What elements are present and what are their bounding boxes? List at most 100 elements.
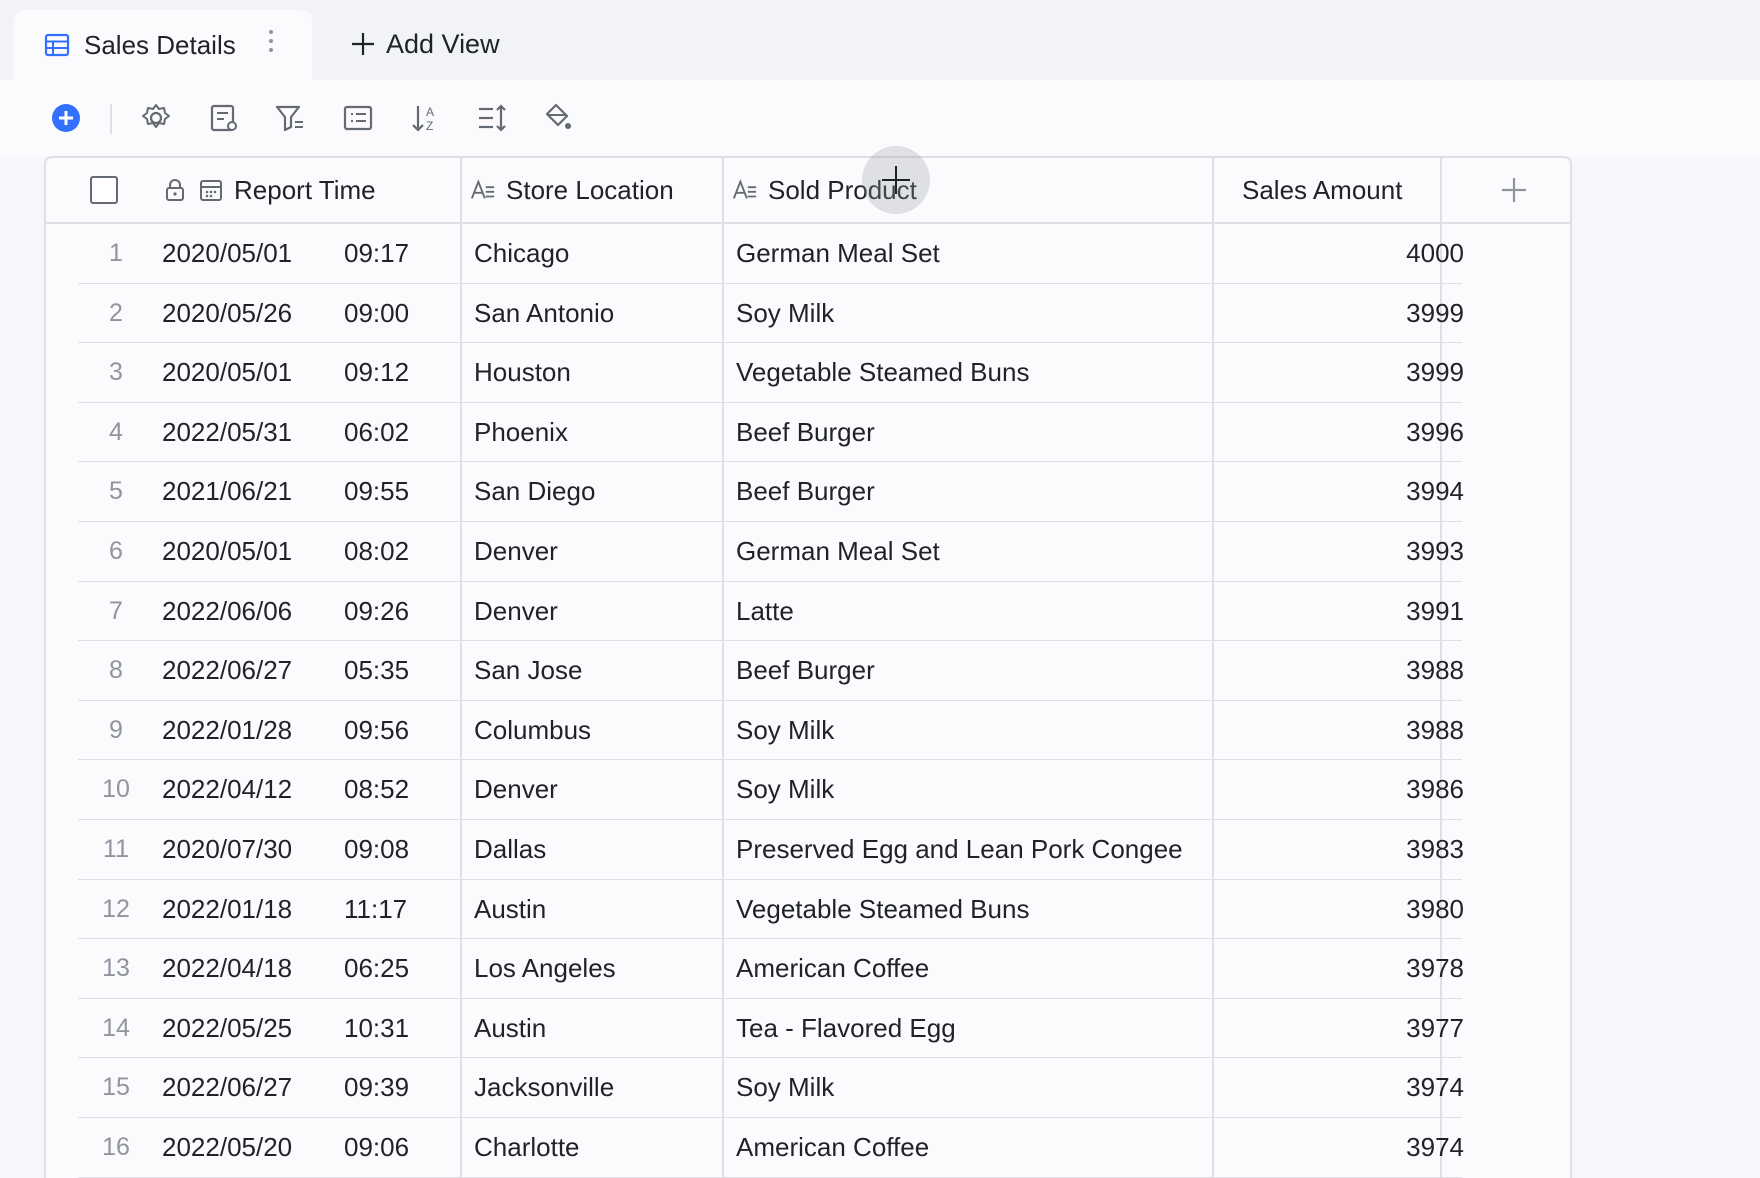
column-header-sales-amount[interactable]: Sales Amount <box>1242 158 1402 222</box>
cell-sales-amount[interactable]: 3993 <box>1226 522 1464 581</box>
column-header-report-time[interactable]: Report Time <box>162 158 376 222</box>
cell-sold-product[interactable]: Latte <box>736 582 794 641</box>
column-header-sold-product[interactable]: Sold Product <box>732 158 917 222</box>
cell-sales-amount[interactable]: 3994 <box>1226 462 1464 521</box>
cell-sales-amount[interactable]: 3978 <box>1226 939 1464 998</box>
cell-sales-amount[interactable]: 3974 <box>1226 1118 1464 1177</box>
cell-store-location[interactable]: Dallas <box>474 820 546 879</box>
cell-sold-product[interactable]: Vegetable Steamed Buns <box>736 343 1029 402</box>
sort-button[interactable]: AZ <box>408 100 444 136</box>
cell-report-date[interactable]: 2022/01/18 <box>162 880 292 939</box>
cell-store-location[interactable]: Charlotte <box>474 1118 580 1177</box>
table-row[interactable]: 7 2022/06/06 09:26 Denver Latte 3991 <box>46 582 1570 642</box>
cell-store-location[interactable]: San Antonio <box>474 284 614 343</box>
table-row[interactable]: 10 2022/04/12 08:52 Denver Soy Milk 3986 <box>46 760 1570 820</box>
cell-report-time[interactable]: 09:17 <box>344 224 409 283</box>
cell-sold-product[interactable]: Beef Burger <box>736 462 875 521</box>
cell-report-date[interactable]: 2022/04/18 <box>162 939 292 998</box>
table-row[interactable]: 15 2022/06/27 09:39 Jacksonville Soy Milk 397… <box>46 1058 1570 1118</box>
cell-report-date[interactable]: 2022/04/12 <box>162 760 292 819</box>
cell-sold-product[interactable]: German Meal Set <box>736 522 940 581</box>
cell-sold-product[interactable]: German Meal Set <box>736 224 940 283</box>
row-height-button[interactable] <box>474 100 510 136</box>
cell-report-time[interactable]: 10:31 <box>344 999 409 1058</box>
fill-color-button[interactable] <box>540 100 576 136</box>
table-row[interactable]: 12 2022/01/18 11:17 Austin Vegetable Steamed… <box>46 880 1570 940</box>
cell-store-location[interactable]: San Diego <box>474 462 595 521</box>
cell-report-time[interactable]: 09:12 <box>344 343 409 402</box>
cell-sold-product[interactable]: Beef Burger <box>736 641 875 700</box>
cell-report-date[interactable]: 2020/05/26 <box>162 284 292 343</box>
cell-store-location[interactable]: Chicago <box>474 224 569 283</box>
cell-sales-amount[interactable]: 3988 <box>1226 641 1464 700</box>
cell-store-location[interactable]: Denver <box>474 522 558 581</box>
table-row[interactable]: 5 2021/06/21 09:55 San Diego Beef Burger 3994 <box>46 462 1570 522</box>
cell-sold-product[interactable]: Vegetable Steamed Buns <box>736 880 1029 939</box>
cell-sold-product[interactable]: Beef Burger <box>736 403 875 462</box>
table-row[interactable]: 8 2022/06/27 05:35 San Jose Beef Burger 3988 <box>46 641 1570 701</box>
cell-report-date[interactable]: 2022/06/27 <box>162 1058 292 1117</box>
cell-store-location[interactable]: San Jose <box>474 641 582 700</box>
cell-report-date[interactable]: 2020/05/01 <box>162 224 292 283</box>
filter-button[interactable] <box>272 100 308 136</box>
cell-report-time[interactable]: 08:02 <box>344 522 409 581</box>
add-column-button[interactable] <box>1498 174 1530 206</box>
table-row[interactable]: 11 2020/07/30 09:08 Dallas Preserved Egg and… <box>46 820 1570 880</box>
cell-report-date[interactable]: 2020/05/01 <box>162 343 292 402</box>
cell-sales-amount[interactable]: 3977 <box>1226 999 1464 1058</box>
cell-sold-product[interactable]: Soy Milk <box>736 701 834 760</box>
cell-report-time[interactable]: 09:56 <box>344 701 409 760</box>
cell-report-time[interactable]: 09:39 <box>344 1058 409 1117</box>
cell-report-time[interactable]: 09:26 <box>344 582 409 641</box>
cell-sold-product[interactable]: Soy Milk <box>736 760 834 819</box>
settings-button[interactable] <box>138 100 174 136</box>
table-row[interactable]: 16 2022/05/20 09:06 Charlotte American Coffe… <box>46 1118 1570 1178</box>
cell-report-time[interactable]: 06:02 <box>344 403 409 462</box>
cell-sales-amount[interactable]: 3991 <box>1226 582 1464 641</box>
cell-store-location[interactable]: Columbus <box>474 701 591 760</box>
cell-report-time[interactable]: 08:52 <box>344 760 409 819</box>
cell-report-time[interactable]: 06:25 <box>344 939 409 998</box>
table-row[interactable]: 3 2020/05/01 09:12 Houston Vegetable Steamed… <box>46 343 1570 403</box>
cell-sales-amount[interactable]: 3986 <box>1226 760 1464 819</box>
group-button[interactable] <box>340 100 376 136</box>
cell-sales-amount[interactable]: 3988 <box>1226 701 1464 760</box>
cell-store-location[interactable]: Denver <box>474 582 558 641</box>
cell-sold-product[interactable]: Tea - Flavored Egg <box>736 999 956 1058</box>
cell-sold-product[interactable]: Soy Milk <box>736 284 834 343</box>
cell-store-location[interactable]: Phoenix <box>474 403 568 462</box>
cell-report-time[interactable]: 09:06 <box>344 1118 409 1177</box>
cell-report-date[interactable]: 2021/06/21 <box>162 462 292 521</box>
form-button[interactable] <box>206 100 242 136</box>
cell-sales-amount[interactable]: 3974 <box>1226 1058 1464 1117</box>
more-options-icon[interactable] <box>258 28 284 54</box>
cell-store-location[interactable]: Austin <box>474 999 546 1058</box>
select-all-checkbox[interactable] <box>90 176 118 204</box>
cell-store-location[interactable]: Houston <box>474 343 571 402</box>
table-row[interactable]: 6 2020/05/01 08:02 Denver German Meal Set 399… <box>46 522 1570 582</box>
add-record-button[interactable] <box>48 100 84 136</box>
cell-report-date[interactable]: 2022/05/20 <box>162 1118 292 1177</box>
cell-store-location[interactable]: Jacksonville <box>474 1058 614 1117</box>
cell-store-location[interactable]: Austin <box>474 880 546 939</box>
cell-report-date[interactable]: 2020/07/30 <box>162 820 292 879</box>
cell-report-date[interactable]: 2022/06/27 <box>162 641 292 700</box>
cell-report-date[interactable]: 2022/05/25 <box>162 999 292 1058</box>
cell-sales-amount[interactable]: 3996 <box>1226 403 1464 462</box>
cell-store-location[interactable]: Los Angeles <box>474 939 616 998</box>
cell-report-time[interactable]: 09:08 <box>344 820 409 879</box>
cell-sales-amount[interactable]: 4000 <box>1226 224 1464 283</box>
table-row[interactable]: 9 2022/01/28 09:56 Columbus Soy Milk 3988 <box>46 701 1570 761</box>
cell-report-date[interactable]: 2022/05/31 <box>162 403 292 462</box>
cell-report-time[interactable]: 09:55 <box>344 462 409 521</box>
cell-sold-product[interactable]: Preserved Egg and Lean Pork Congee <box>736 820 1183 879</box>
column-header-store-location[interactable]: Store Location <box>470 158 674 222</box>
cell-sales-amount[interactable]: 3999 <box>1226 343 1464 402</box>
table-row[interactable]: 1 2020/05/01 09:17 Chicago German Meal Set 40… <box>46 224 1570 284</box>
cell-report-date[interactable]: 2022/06/06 <box>162 582 292 641</box>
cell-report-date[interactable]: 2020/05/01 <box>162 522 292 581</box>
cell-sales-amount[interactable]: 3980 <box>1226 880 1464 939</box>
cell-sold-product[interactable]: American Coffee <box>736 939 929 998</box>
table-row[interactable]: 13 2022/04/18 06:25 Los Angeles American Cof… <box>46 939 1570 999</box>
cell-sold-product[interactable]: American Coffee <box>736 1118 929 1177</box>
